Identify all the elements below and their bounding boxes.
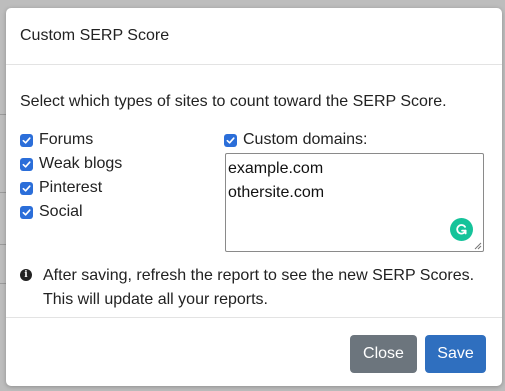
dialog-title: Custom SERP Score — [20, 27, 170, 44]
save-note: After saving, refresh the report to see … — [43, 264, 474, 312]
save-note-line: This will update all your reports. — [43, 291, 268, 308]
social-label: Social — [39, 203, 83, 220]
option-custom-domains[interactable]: Custom domains: — [224, 130, 368, 150]
custom-domains-label: Custom domains: — [243, 131, 368, 148]
resize-handle-icon[interactable] — [474, 242, 482, 250]
dialog-header: Custom SERP Score — [6, 8, 502, 65]
social-checkbox[interactable] — [20, 205, 33, 219]
close-button[interactable]: Close — [350, 335, 417, 373]
pinterest-checkbox[interactable] — [20, 181, 33, 195]
option-social[interactable]: Social — [20, 202, 83, 222]
pinterest-label: Pinterest — [39, 179, 103, 196]
weak-blogs-label: Weak blogs — [39, 155, 123, 172]
dialog-intro-text: Select which types of sites to count tow… — [20, 93, 447, 110]
custom-serp-score-dialog: Custom SERP Score Select which types of … — [6, 8, 502, 386]
dialog-body: Select which types of sites to count tow… — [6, 65, 502, 317]
check-icon — [22, 160, 31, 168]
dialog-footer: Close Save — [6, 317, 502, 386]
check-icon — [22, 208, 31, 216]
option-weak-blogs[interactable]: Weak blogs — [20, 154, 122, 174]
forums-label: Forums — [39, 131, 94, 148]
option-pinterest[interactable]: Pinterest — [20, 178, 102, 198]
custom-domain-line: othersite.com — [228, 184, 325, 201]
grammarly-icon[interactable] — [450, 218, 473, 241]
custom-domains-textarea[interactable]: example.com othersite.com — [225, 153, 484, 252]
check-icon — [226, 136, 235, 144]
save-note-line: After saving, refresh the report to see … — [43, 267, 475, 284]
option-forums[interactable]: Forums — [20, 130, 93, 150]
check-icon — [22, 136, 31, 144]
forums-checkbox[interactable] — [20, 133, 33, 147]
weak-blogs-checkbox[interactable] — [20, 157, 33, 171]
check-icon — [22, 184, 31, 192]
info-circle-icon: i — [20, 269, 32, 281]
custom-domains-checkbox[interactable] — [224, 133, 237, 147]
save-button[interactable]: Save — [425, 335, 486, 373]
custom-domain-line: example.com — [228, 160, 324, 177]
